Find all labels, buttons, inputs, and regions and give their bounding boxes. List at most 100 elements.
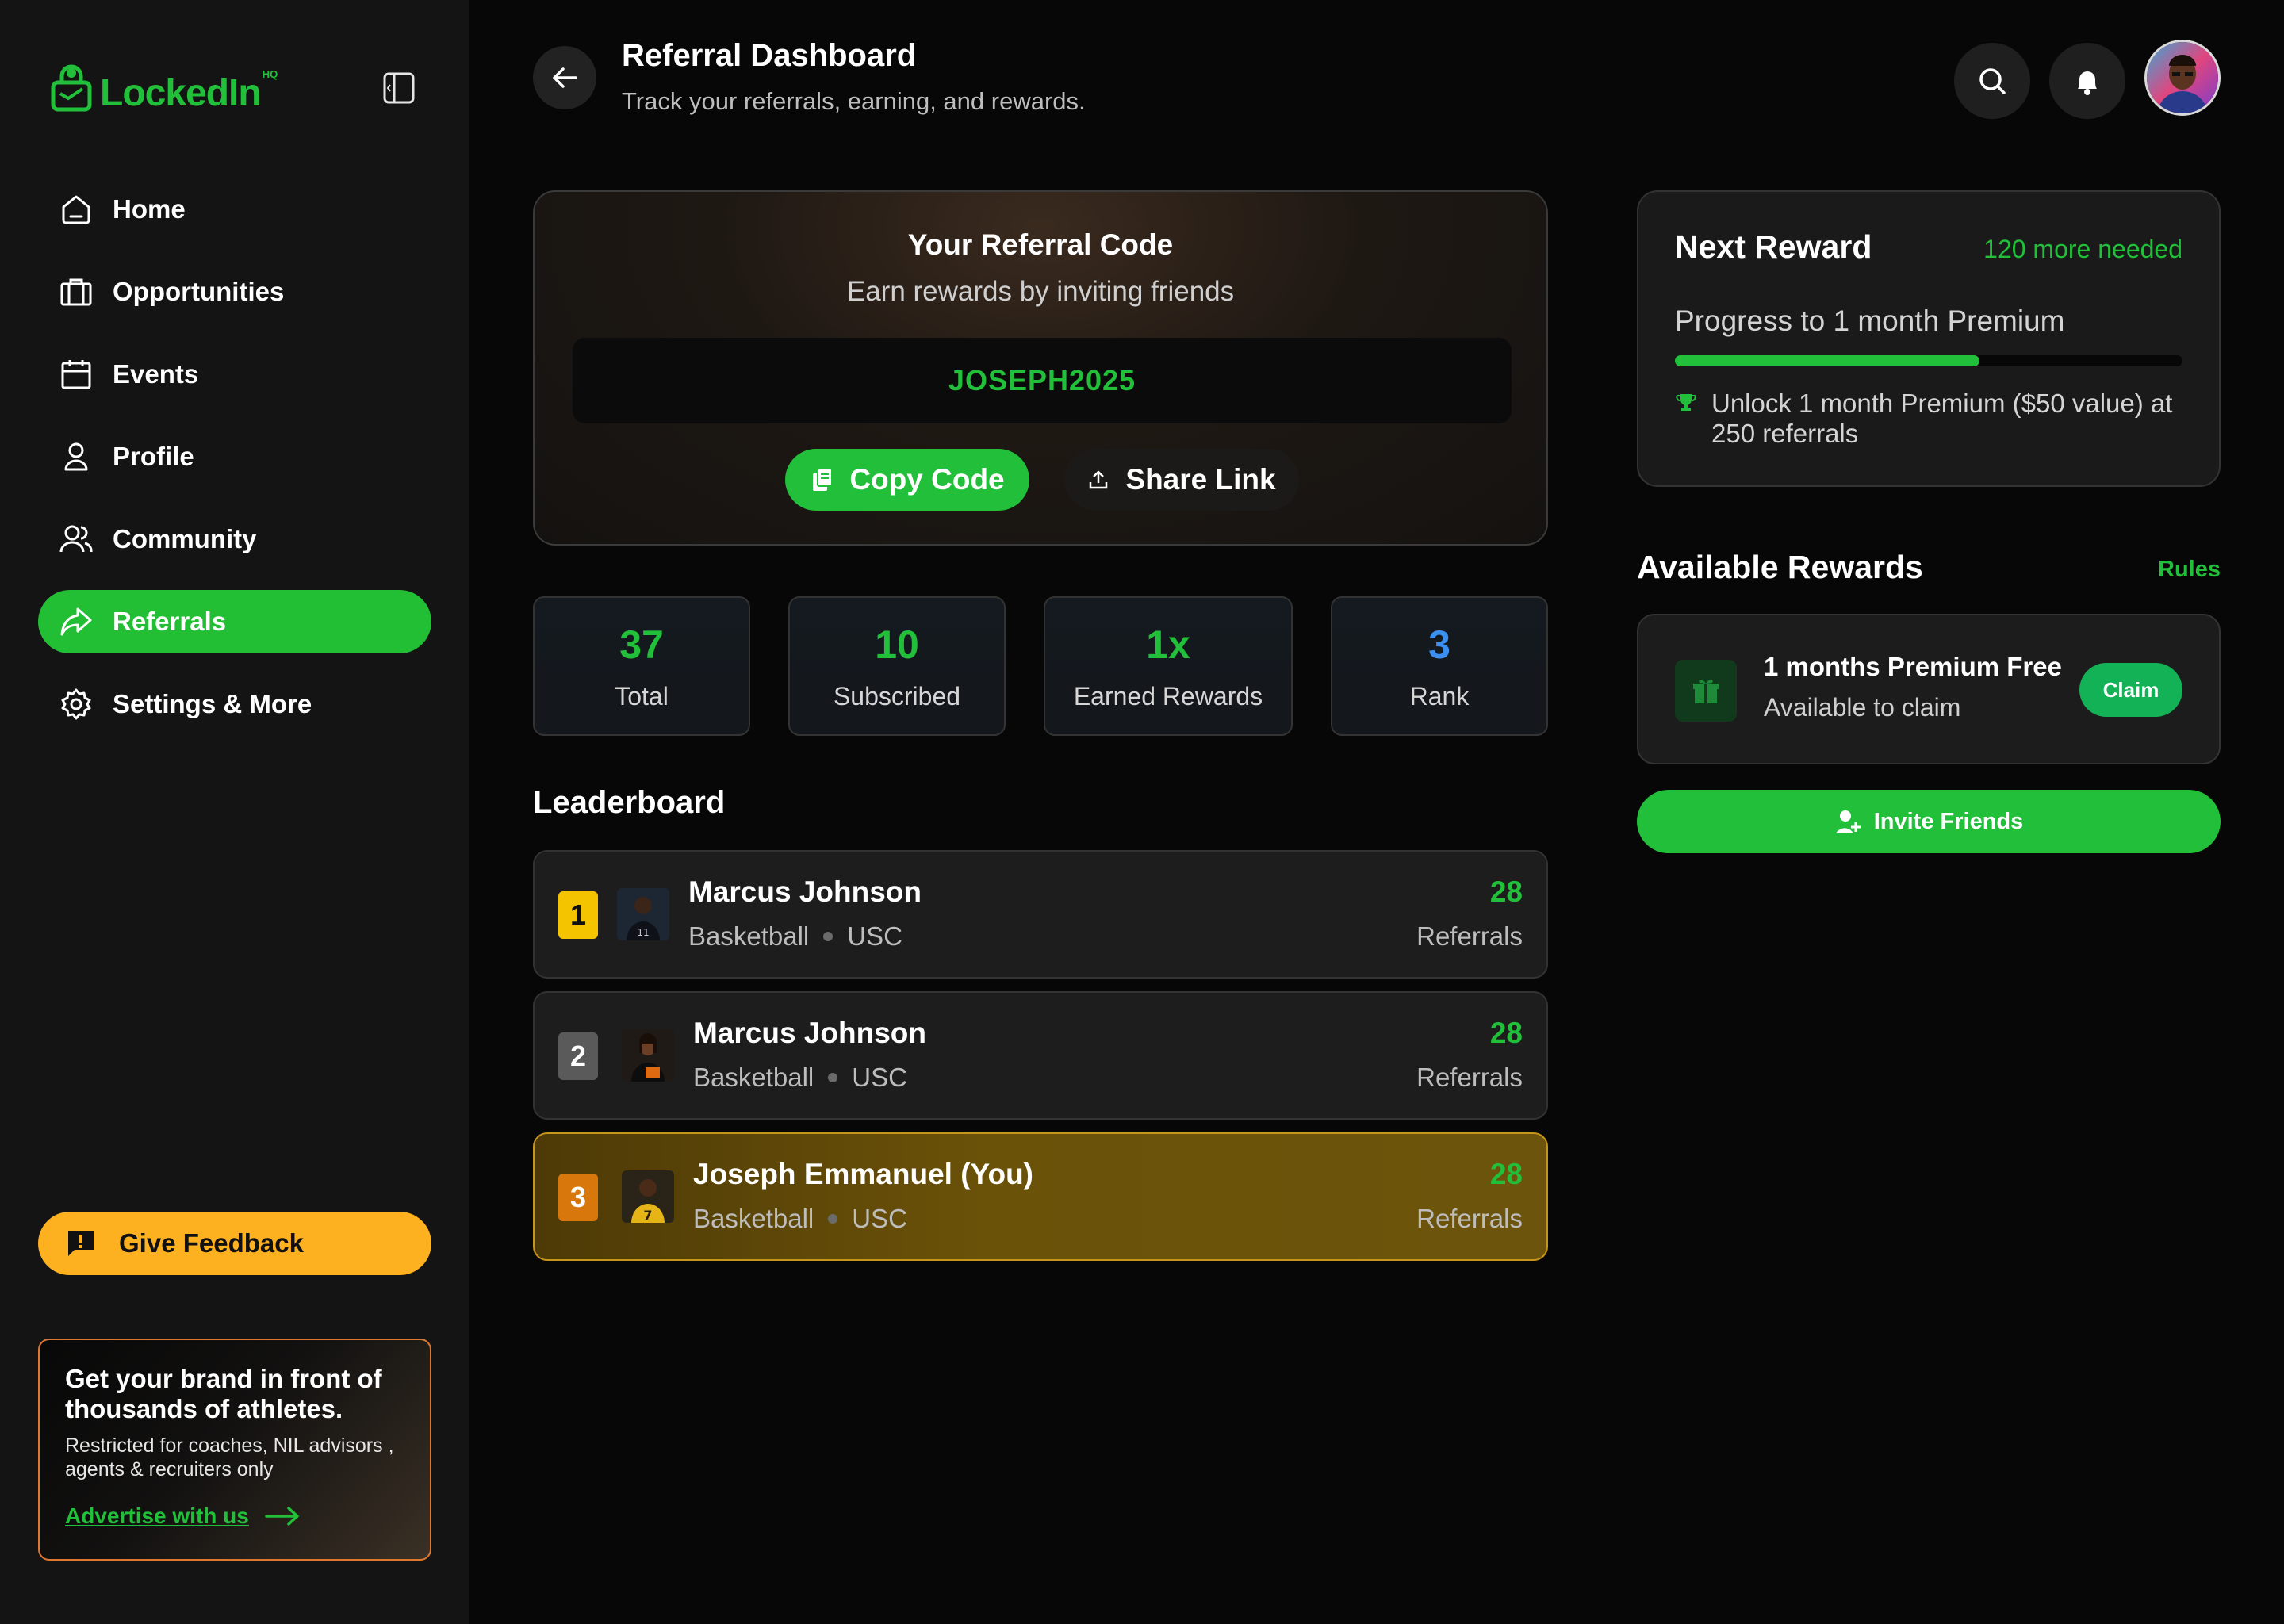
sidebar-item-profile[interactable]: Profile — [38, 425, 431, 488]
athlete-school: USC — [847, 921, 902, 951]
sidebar-item-community[interactable]: Community — [38, 508, 431, 571]
sidebar-item-label: Settings & More — [113, 689, 312, 718]
stat-label: Rank — [1409, 682, 1470, 710]
upload-icon — [1090, 470, 1108, 489]
progress-bar — [1675, 355, 2182, 366]
stat-rank: 3 Rank — [1331, 596, 1548, 736]
share-link-button[interactable]: Share Link — [1064, 449, 1299, 511]
advert-card: Get your brand in front of thousands of … — [38, 1339, 431, 1561]
feedback-icon — [68, 1231, 94, 1256]
athlete-avatar — [622, 1029, 674, 1082]
reward-name: 1 months Premium Free — [1764, 652, 2062, 681]
trophy-icon — [1676, 394, 1696, 411]
athlete-name: Marcus Johnson — [688, 875, 922, 908]
brand-suffix: HQ — [262, 68, 278, 80]
search-button[interactable] — [1954, 43, 2030, 119]
stat-total: 37 Total — [533, 596, 750, 736]
page-subtitle: Track your referrals, earning, and rewar… — [622, 87, 1086, 115]
referral-code-box[interactable]: JOSEPH2025 — [573, 338, 1512, 423]
feedback-label: Give Feedback — [119, 1228, 304, 1258]
stat-value: 3 — [1428, 622, 1450, 667]
advert-title: Get your brand in front of thousands of … — [65, 1364, 382, 1423]
leaderboard-row[interactable]: 1 11 Marcus Johnson Basketball USC 28 Re… — [533, 850, 1548, 979]
calendar-icon — [61, 360, 91, 389]
user-avatar[interactable] — [2144, 40, 2221, 116]
next-reward-needed: 120 more needed — [1983, 235, 2182, 263]
invite-friends-button[interactable]: Invite Friends — [1637, 790, 2221, 853]
athlete-sport: Basketball — [693, 1204, 814, 1233]
referral-count: 28 — [1489, 1158, 1523, 1190]
referral-count-label: Referrals — [1416, 921, 1523, 951]
stat-value: 10 — [875, 622, 919, 667]
bell-icon — [2078, 71, 2097, 95]
advertise-link[interactable]: Advertise with us — [65, 1503, 406, 1529]
rank-badge: 2 — [558, 1032, 598, 1080]
advertise-link-label: Advertise with us — [65, 1503, 249, 1528]
advert-subtitle: Restricted for coaches, NIL advisors , a… — [65, 1434, 394, 1480]
briefcase-icon — [60, 278, 92, 306]
svg-text:7: 7 — [643, 1208, 652, 1223]
next-reward-title: Next Reward — [1675, 228, 1872, 265]
sidebar-item-home[interactable]: Home — [38, 178, 431, 241]
sidebar-item-label: Profile — [113, 442, 194, 471]
stat-value: 37 — [619, 622, 664, 667]
collapse-sidebar-icon[interactable] — [382, 71, 416, 105]
back-button[interactable] — [533, 46, 596, 109]
rules-link[interactable]: Rules — [2158, 557, 2221, 583]
athlete-school: USC — [852, 1063, 907, 1092]
reward-item: 1 months Premium Free Available to claim… — [1637, 614, 2221, 764]
reward-status: Available to claim — [1764, 693, 1961, 722]
arrow-left-icon — [553, 67, 577, 88]
progress-label: Progress to 1 month Premium — [1675, 304, 2065, 337]
gear-icon — [61, 688, 91, 720]
reward-note-text: Unlock 1 month Premium ($50 value) at 25… — [1711, 389, 2173, 448]
athlete-name: Marcus Johnson — [693, 1017, 926, 1049]
stat-earned-rewards: 1x Earned Rewards — [1044, 596, 1293, 736]
sidebar-nav: Home Opportunities Events Profile Commun… — [38, 178, 431, 755]
sidebar: LockedIn HQ Home Opportunities Events Pr… — [0, 0, 469, 1624]
sidebar-item-opportunities[interactable]: Opportunities — [38, 260, 431, 324]
sidebar-item-label: Events — [113, 359, 199, 389]
user-icon — [64, 442, 88, 471]
stat-label: Earned Rewards — [1073, 682, 1263, 710]
gift-icon — [1693, 680, 1719, 703]
leaderboard-row-you[interactable]: 3 7 Joseph Emmanuel (You) Basketball USC… — [533, 1132, 1548, 1261]
sidebar-item-referrals[interactable]: Referrals — [38, 590, 431, 653]
home-icon — [62, 195, 90, 224]
sidebar-item-events[interactable]: Events — [38, 343, 431, 406]
progress-fill — [1675, 355, 1979, 366]
athlete-name: Joseph Emmanuel (You) — [693, 1158, 1033, 1190]
separator-dot — [828, 1073, 838, 1082]
separator-dot — [823, 932, 834, 941]
copy-code-button[interactable]: Copy Code — [785, 449, 1029, 511]
give-feedback-button[interactable]: Give Feedback — [38, 1212, 431, 1275]
notifications-button[interactable] — [2049, 43, 2125, 119]
copy-code-label: Copy Code — [849, 463, 1005, 496]
referral-code-subtitle: Earn rewards by inviting friends — [846, 276, 1235, 307]
search-icon — [1979, 68, 2006, 94]
svg-text:11: 11 — [637, 927, 649, 938]
leaderboard-row[interactable]: 2 Marcus Johnson Basketball USC 28 Refer… — [533, 991, 1548, 1120]
sidebar-item-settings[interactable]: Settings & More — [38, 672, 431, 736]
separator-dot — [828, 1214, 838, 1224]
referral-count: 28 — [1489, 1017, 1523, 1049]
athlete-avatar: 11 — [617, 888, 669, 940]
next-reward-card: Next Reward 120 more needed Progress to … — [1637, 190, 2221, 487]
athlete-sport: Basketball — [693, 1063, 814, 1092]
avatar-photo — [2147, 42, 2218, 113]
copy-icon — [813, 468, 834, 491]
reward-note: Unlock 1 month Premium ($50 value) at 25… — [1675, 389, 2187, 449]
referral-count-label: Referrals — [1416, 1204, 1523, 1233]
referral-count: 28 — [1489, 875, 1523, 908]
invite-friends-label: Invite Friends — [1873, 808, 2024, 834]
claim-button[interactable]: Claim — [2079, 663, 2182, 717]
athlete-meta: Basketball USC — [693, 1204, 907, 1234]
brand-logo[interactable]: LockedIn HQ — [49, 62, 278, 113]
sidebar-item-label: Home — [113, 194, 186, 224]
athlete-meta: Basketball USC — [693, 1063, 907, 1093]
stat-value: 1x — [1146, 622, 1190, 667]
athlete-avatar: 7 — [622, 1170, 674, 1223]
referral-code-title: Your Referral Code — [907, 228, 1174, 261]
arrow-right-icon — [265, 1507, 299, 1526]
share-arrow-icon — [60, 607, 92, 636]
